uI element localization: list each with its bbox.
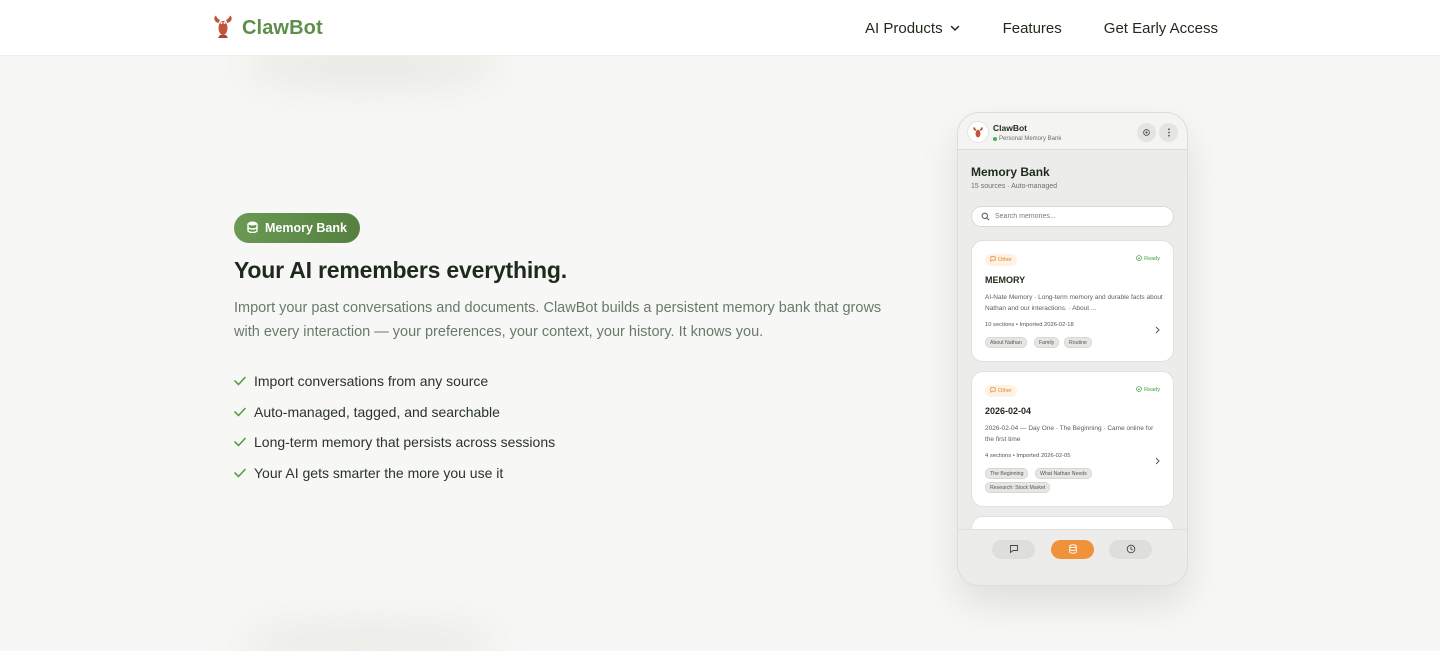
phone-mockup: ClawBot Personal Memory Bank Memory Bank…: [957, 112, 1188, 586]
search-memories-input[interactable]: [995, 213, 1155, 220]
badge-label: Memory Bank: [265, 221, 347, 235]
feature-item: Your AI gets smarter the more you use it: [234, 458, 555, 489]
card-tag: Research: Stock Market: [985, 482, 1051, 493]
phone-page-meta: 15 sources · Auto-managed: [971, 183, 1057, 190]
card-info: 10 sections • Imported 2026-02-18: [985, 322, 1074, 328]
card-status-label: Ready: [1144, 387, 1160, 393]
feature-item: Long-term memory that persists across se…: [234, 427, 555, 458]
card-status: Ready: [1136, 386, 1160, 394]
check-icon: [234, 373, 246, 389]
feature-text: Import conversations from any source: [254, 373, 489, 390]
card-type-badge: Other: [985, 385, 1017, 397]
phone-lobster-logo-icon: [967, 121, 989, 143]
chevron-right-icon: [1155, 452, 1160, 470]
memory-card[interactable]: Other Ready 2026-02-04 2026-02-04 — Day …: [971, 371, 1174, 507]
phone-bottom-tabbar: [958, 529, 1187, 585]
card-tag: About Nathan: [985, 337, 1027, 348]
decorative-glow-bottom: [240, 622, 500, 651]
phone-settings-button[interactable]: [1137, 123, 1156, 142]
phone-page-title: Memory Bank: [971, 165, 1050, 179]
feature-text: Long-term memory that persists across se…: [254, 434, 556, 451]
chat-icon: [1009, 541, 1019, 559]
card-title: MEMORY: [985, 275, 1026, 285]
top-navbar: ClawBot AI Products Features Get Early A…: [0, 0, 1440, 56]
database-icon: [247, 221, 258, 236]
card-tag: The Beginning: [985, 468, 1029, 479]
hero-title: Your AI remembers everything.: [234, 257, 567, 283]
nav-features-link[interactable]: Features: [1003, 20, 1062, 37]
online-status-dot: [993, 137, 997, 141]
tab-memory[interactable]: [1051, 540, 1094, 559]
card-info: 4 sections • Imported 2026-02-05: [985, 453, 1071, 459]
check-icon: [234, 404, 246, 420]
brand-name: ClawBot: [242, 17, 323, 39]
phone-app-subtitle: Personal Memory Bank: [993, 136, 1061, 142]
feature-item: Import conversations from any source: [234, 366, 555, 397]
card-tag: Routine: [1064, 337, 1092, 348]
memory-card[interactable]: Other Ready MEMORY AI-Nate Memory · Long…: [971, 240, 1174, 362]
chat-icon: [990, 256, 996, 264]
check-circle-icon: [1136, 386, 1142, 394]
feature-item: Auto-managed, tagged, and searchable: [234, 397, 555, 428]
card-status-label: Ready: [1144, 256, 1160, 262]
search-icon: [981, 208, 990, 226]
phone-more-button[interactable]: [1159, 123, 1178, 142]
tab-chat[interactable]: [992, 540, 1035, 559]
check-circle-icon: [1136, 255, 1142, 263]
check-icon: [234, 434, 246, 450]
phone-app-name: ClawBot: [993, 123, 1027, 133]
card-tag: What Nathan Needs: [1035, 468, 1092, 479]
tab-history[interactable]: [1109, 540, 1152, 559]
card-tag: Family: [1034, 337, 1060, 348]
feature-text: Your AI gets smarter the more you use it: [254, 464, 504, 481]
feature-list: Import conversations from any source Aut…: [234, 366, 555, 488]
card-type-badge: Other: [985, 254, 1017, 266]
lobster-logo-icon: [212, 14, 234, 43]
phone-search-box: [971, 206, 1174, 227]
chat-icon: [990, 387, 996, 395]
clock-icon: [1126, 541, 1136, 559]
gear-icon: [1142, 124, 1151, 142]
card-description: AI-Nate Memory · Long-term memory and du…: [985, 294, 1163, 312]
database-icon: [1068, 541, 1078, 559]
card-status: Ready: [1136, 255, 1160, 263]
memory-bank-badge: Memory Bank: [234, 213, 360, 243]
hero-description: Import your past conversations and docum…: [234, 300, 882, 340]
card-type-label: Other: [998, 257, 1012, 263]
card-type-label: Other: [998, 388, 1012, 394]
phone-app-subtitle-text: Personal Memory Bank: [999, 136, 1062, 142]
brand-logo-link[interactable]: ClawBot: [212, 14, 323, 43]
more-vertical-icon: [1167, 124, 1171, 142]
nav-ai-products-dropdown[interactable]: AI Products: [865, 20, 961, 37]
feature-text: Auto-managed, tagged, and searchable: [254, 403, 500, 420]
check-icon: [234, 465, 246, 481]
phone-app-header: ClawBot Personal Memory Bank: [958, 113, 1187, 150]
nav-ai-products-label: AI Products: [865, 19, 943, 37]
card-title: 2026-02-04: [985, 406, 1032, 416]
chevron-down-icon: [949, 22, 961, 34]
chevron-right-icon: [1155, 321, 1160, 339]
nav-links: AI Products Features Get Early Access: [865, 0, 1218, 56]
card-description: 2026-02-04 — Day One · The Beginning · C…: [985, 425, 1154, 443]
nav-get-early-access-link[interactable]: Get Early Access: [1104, 20, 1218, 37]
